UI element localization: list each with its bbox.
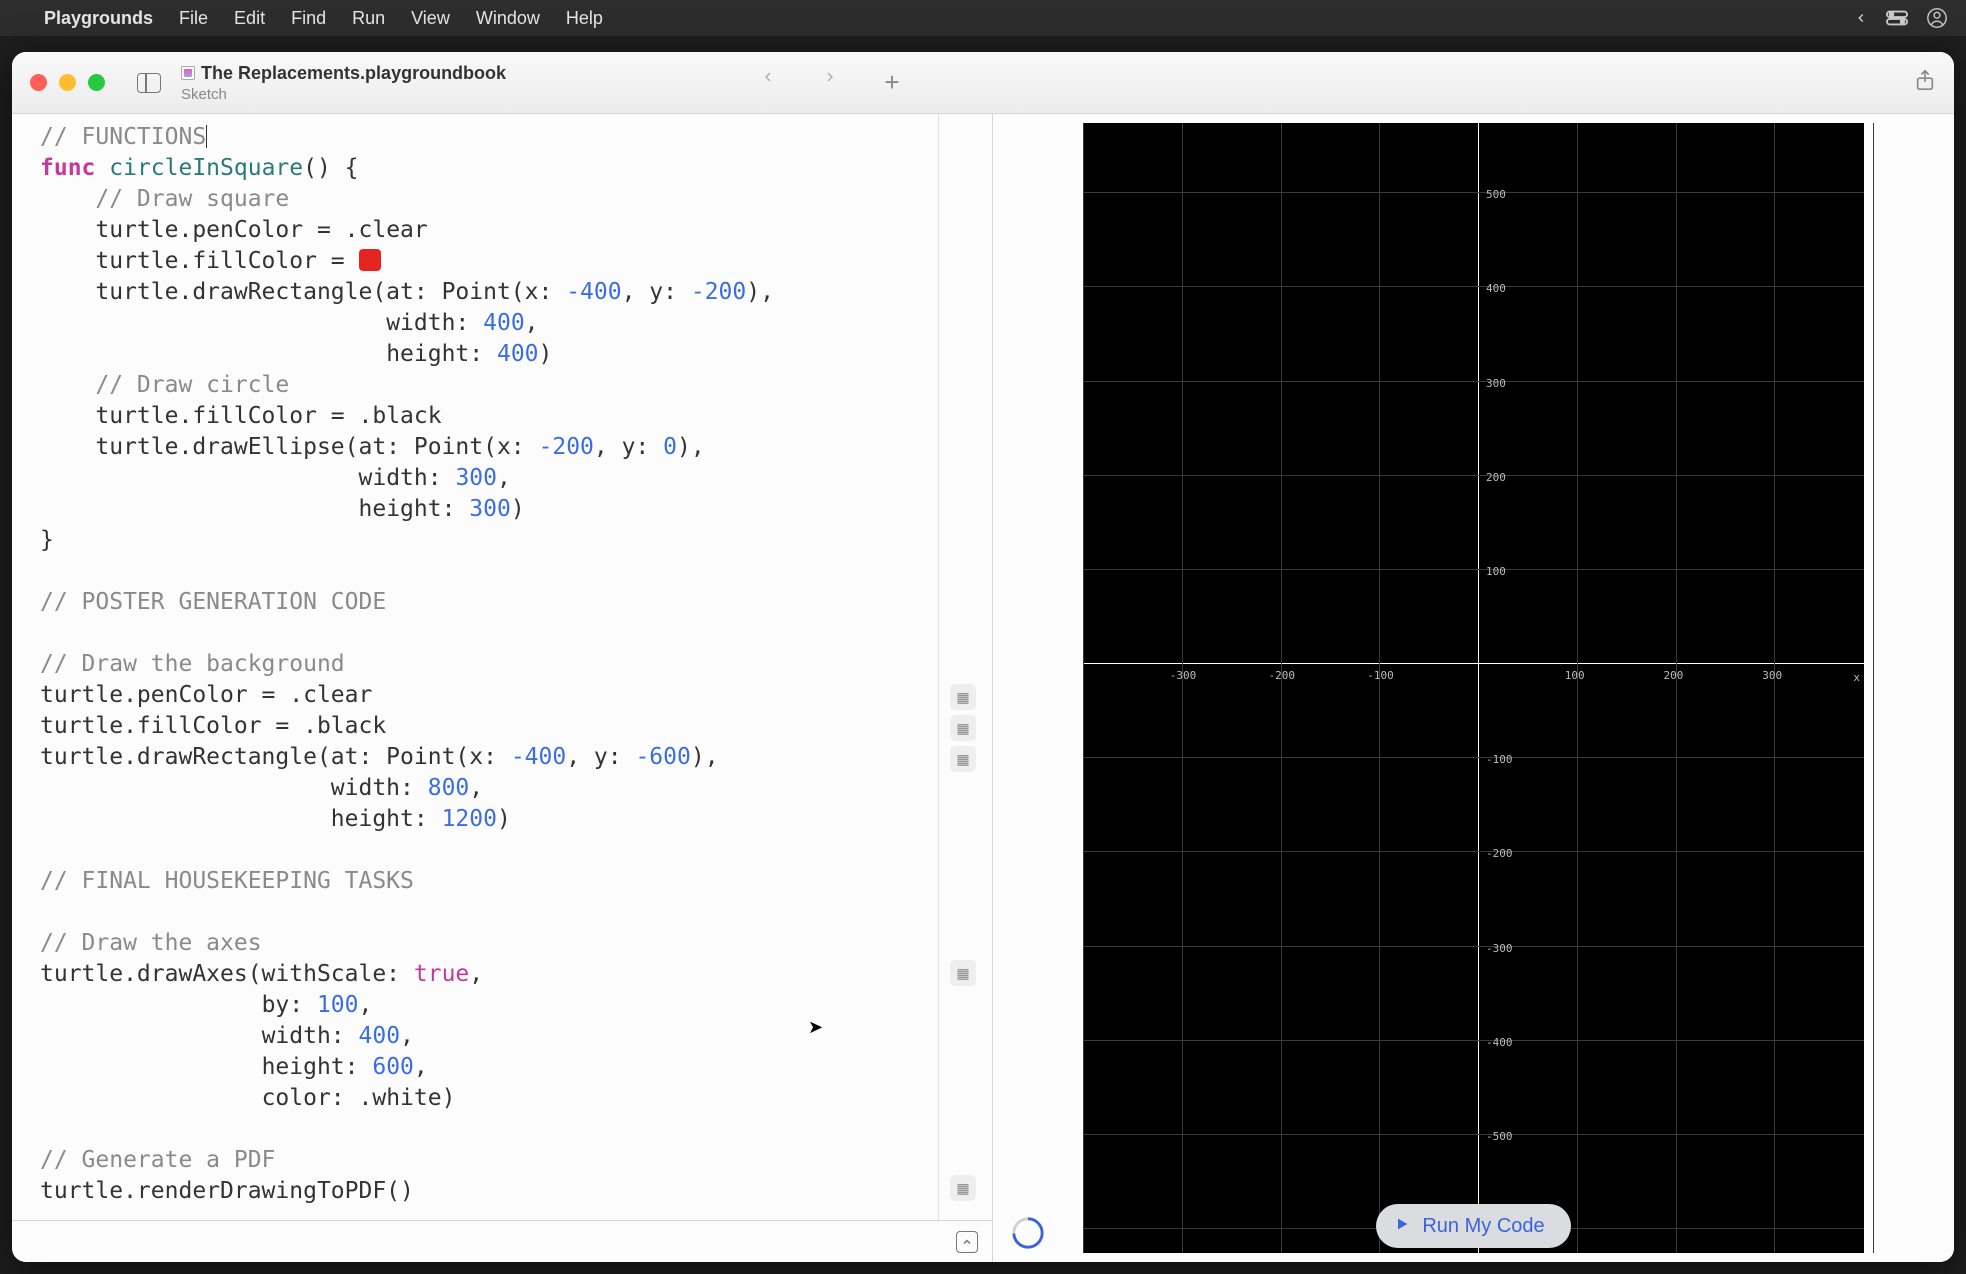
grid-line — [1774, 123, 1775, 1253]
playgrounds-window: The Replacements.playgroundbook Sketch +… — [12, 52, 1954, 1262]
grid-line — [1083, 569, 1864, 570]
menu-window[interactable]: Window — [476, 8, 540, 29]
y-tick-label: 100 — [1486, 565, 1506, 578]
grid-line — [1083, 381, 1864, 382]
y-tick-label: -200 — [1486, 847, 1513, 860]
grid-line — [1281, 123, 1282, 1253]
y-tick-label: 300 — [1486, 377, 1506, 390]
grid-line — [1676, 123, 1677, 1253]
control-center-icon[interactable] — [1886, 10, 1908, 26]
grid-line — [1083, 192, 1864, 193]
close-button[interactable] — [30, 74, 47, 91]
result-indicator-icon[interactable]: ▦ — [950, 1175, 976, 1201]
grid-line — [1083, 123, 1084, 1253]
menu-help[interactable]: Help — [566, 8, 603, 29]
menubar-status-icons — [1854, 7, 1948, 29]
x-tick-label: -100 — [1367, 669, 1394, 682]
sidebar-toggle-icon[interactable] — [137, 73, 161, 93]
menu-edit[interactable]: Edit — [234, 8, 265, 29]
add-button[interactable]: + — [877, 67, 907, 98]
grid-line — [1083, 286, 1864, 287]
grid-line — [1083, 757, 1864, 758]
x-tick-label: -200 — [1269, 669, 1296, 682]
account-icon[interactable] — [1926, 7, 1948, 29]
grid-line — [1577, 123, 1578, 1253]
menu-find[interactable]: Find — [291, 8, 326, 29]
nav-controls: + — [753, 67, 907, 98]
app-menu[interactable]: Playgrounds — [44, 8, 153, 29]
live-view: x -300 -200 -100 100 200 300 500 400 300 200 100 -1… — [993, 114, 1954, 1262]
x-tick-label: -300 — [1170, 669, 1197, 682]
grid-line — [1083, 1040, 1864, 1041]
document-title: The Replacements.playgroundbook — [201, 63, 506, 84]
code-text[interactable]: // FUNCTIONS func circleInSquare() { // … — [40, 122, 992, 1207]
share-icon[interactable] — [1914, 68, 1936, 97]
titlebar: The Replacements.playgroundbook Sketch + — [12, 52, 1954, 114]
y-tick-label: -400 — [1486, 1036, 1513, 1049]
result-indicator-icon[interactable]: ▦ — [950, 746, 976, 772]
result-indicator-icon[interactable]: ▦ — [950, 715, 976, 741]
x-tick-label: 200 — [1664, 669, 1684, 682]
nav-forward-button[interactable] — [815, 67, 845, 98]
y-axis — [1478, 123, 1479, 1253]
grid-line — [1083, 851, 1864, 852]
zoom-button[interactable] — [88, 74, 105, 91]
nav-back-button[interactable] — [753, 67, 783, 98]
menu-view[interactable]: View — [411, 8, 450, 29]
result-indicator-icon[interactable]: ▦ — [950, 684, 976, 710]
play-icon — [1394, 1215, 1410, 1238]
x-axis-label: x — [1853, 671, 1860, 684]
grid-line — [1182, 123, 1183, 1253]
menubar: Playgrounds File Edit Find Run View Wind… — [0, 0, 1966, 36]
run-my-code-button[interactable]: Run My Code — [1376, 1204, 1570, 1248]
y-tick-label: -100 — [1486, 753, 1513, 766]
document-icon — [181, 66, 195, 80]
x-tick-label: 100 — [1565, 669, 1585, 682]
title-block: The Replacements.playgroundbook Sketch — [181, 63, 506, 103]
grid-line — [1873, 123, 1874, 1253]
run-button-label: Run My Code — [1422, 1215, 1544, 1238]
code-footer — [12, 1220, 992, 1262]
x-tick-label: 300 — [1762, 669, 1782, 682]
color-swatch-red[interactable] — [359, 249, 381, 271]
result-indicator-icon[interactable]: ▦ — [950, 960, 976, 986]
turtle-canvas: x -300 -200 -100 100 200 300 500 400 300 200 100 -1… — [1083, 123, 1864, 1253]
grid-line — [1083, 475, 1864, 476]
grid-line — [1379, 123, 1380, 1253]
grid-line — [1083, 946, 1864, 947]
result-gutter: ▦ ▦ ▦ ▦ ▦ — [938, 114, 992, 1262]
y-tick-label: 500 — [1486, 188, 1506, 201]
x-axis — [1083, 663, 1864, 664]
y-tick-label: 400 — [1486, 282, 1506, 295]
window-controls — [30, 74, 105, 91]
grid-line — [1083, 1134, 1864, 1135]
minimize-button[interactable] — [59, 74, 76, 91]
document-subtitle: Sketch — [181, 86, 506, 103]
execution-timer-icon[interactable] — [1011, 1216, 1045, 1250]
y-tick-label: -500 — [1486, 1130, 1513, 1143]
code-editor[interactable]: // FUNCTIONS func circleInSquare() { // … — [12, 114, 992, 1262]
menu-file[interactable]: File — [179, 8, 208, 29]
y-tick-label: -300 — [1486, 942, 1513, 955]
y-tick-label: 200 — [1486, 471, 1506, 484]
chevron-left-icon[interactable] — [1854, 11, 1868, 25]
menu-run[interactable]: Run — [352, 8, 385, 29]
